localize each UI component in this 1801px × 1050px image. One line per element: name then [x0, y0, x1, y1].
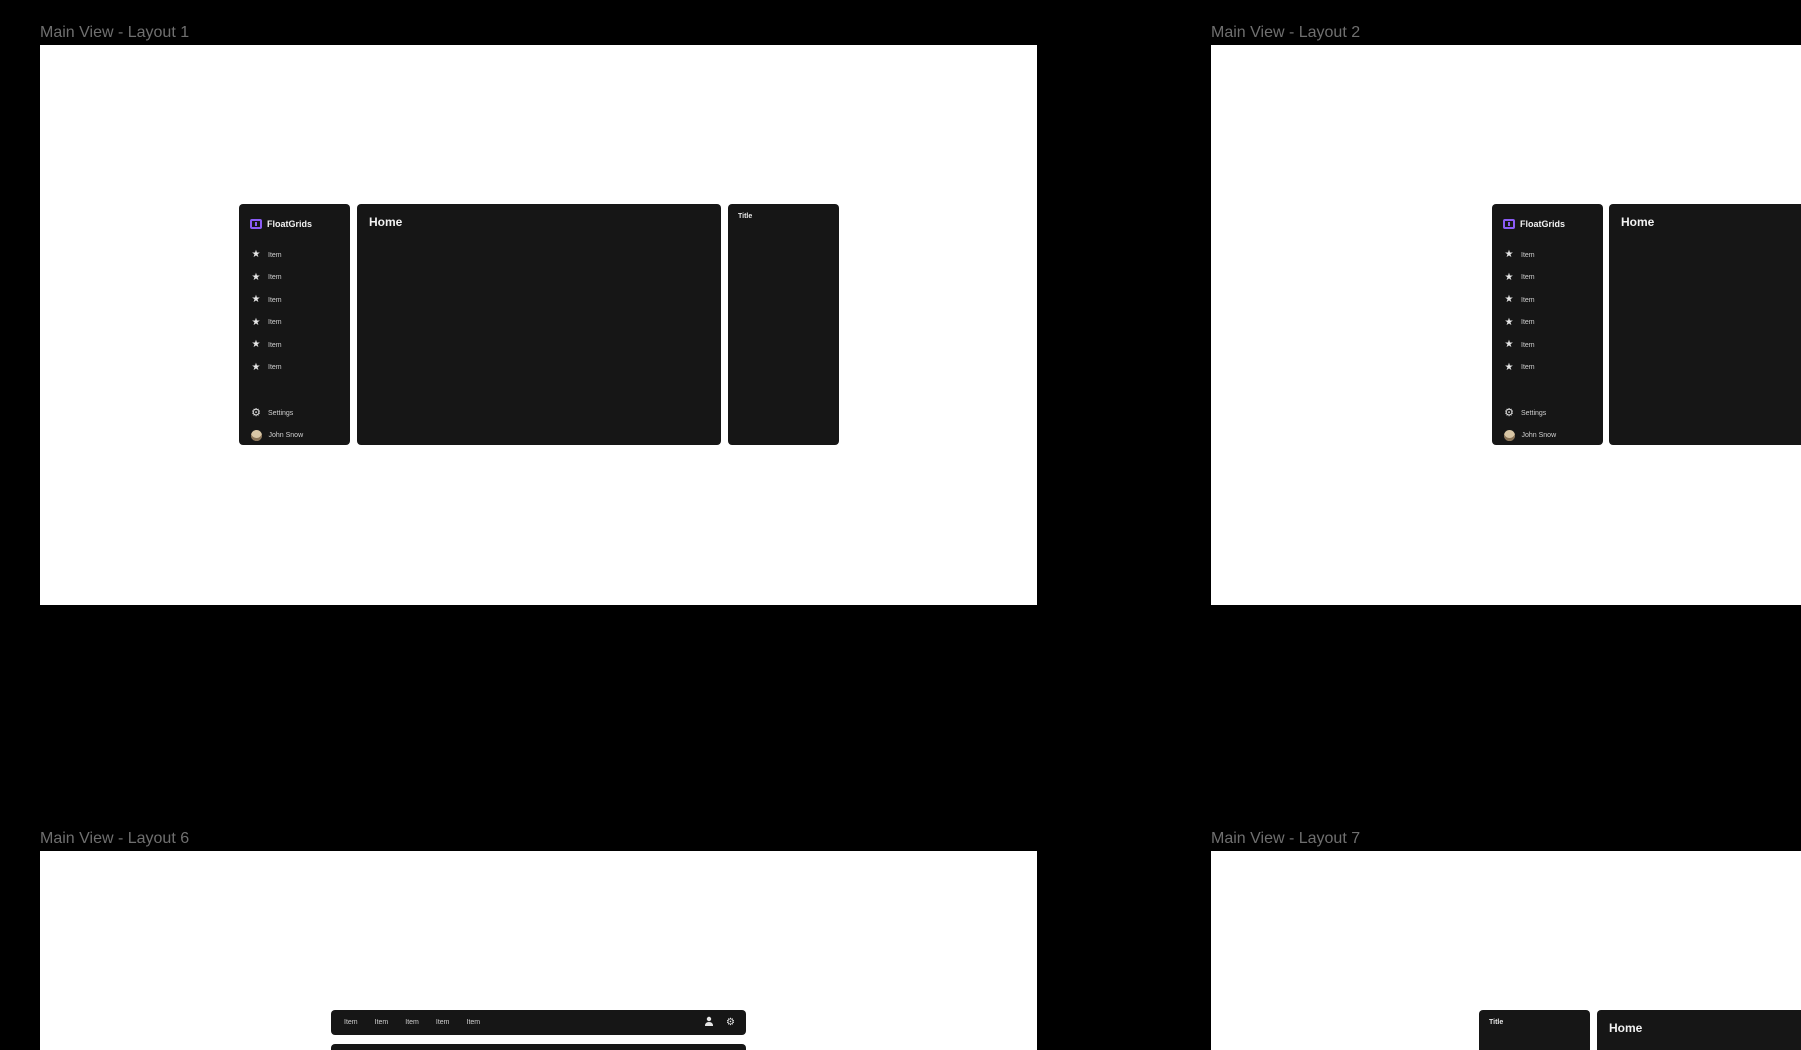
- star-icon: ★: [1504, 271, 1514, 283]
- sidebar-item-6[interactable]: ★ Item: [250, 357, 282, 380]
- avatar: [250, 430, 262, 442]
- settings-label: Settings: [1521, 409, 1547, 417]
- brand[interactable]: FloatGrids: [250, 219, 312, 229]
- frame-layout-7: Title Home: [1211, 851, 1801, 1050]
- frame-layout-6: Item Item Item Item Item ⚙: [40, 851, 1037, 1050]
- brand-name: FloatGrids: [1520, 219, 1566, 229]
- sidebar-item-label: Item: [1521, 296, 1535, 304]
- sidebar-item-3[interactable]: ★ Item: [1503, 289, 1535, 312]
- star-icon: ★: [1504, 339, 1514, 351]
- user-name: John Snow: [268, 432, 304, 440]
- settings-item[interactable]: ⚙ Settings: [250, 402, 303, 425]
- sidebar-item-1[interactable]: ★ Item: [250, 244, 282, 267]
- main-panel: Home: [357, 204, 721, 445]
- main-panel: Home: [1609, 204, 1801, 445]
- frame-layout-2: FloatGrids ★ Item ★ Item ★ Item ★ Item ★ Item…: [1211, 45, 1801, 605]
- sidebar-item-5[interactable]: ★ Item: [1503, 334, 1535, 357]
- topbar-item-4[interactable]: Item: [436, 1019, 450, 1026]
- sidebar-item-label: Item: [268, 274, 282, 282]
- top-navbar: Item Item Item Item Item ⚙: [331, 1010, 746, 1035]
- sidebar-item-5[interactable]: ★ Item: [250, 334, 282, 357]
- topbar-item-2[interactable]: Item: [375, 1019, 389, 1026]
- topbar-item-3[interactable]: Item: [405, 1019, 419, 1026]
- user-name: John Snow: [1521, 432, 1557, 440]
- avatar: [1503, 430, 1515, 442]
- side-panel: Title: [728, 204, 839, 445]
- star-icon: ★: [251, 361, 261, 373]
- topbar-actions: ⚙: [692, 1010, 735, 1035]
- star-icon: ★: [1504, 294, 1514, 306]
- sidebar-item-label: Item: [1521, 319, 1535, 327]
- sidebar-item-label: Item: [268, 251, 282, 259]
- star-icon: ★: [251, 316, 261, 328]
- frame-label-layout-7: Main View - Layout 7: [1211, 830, 1361, 847]
- star-icon: ★: [1504, 316, 1514, 328]
- sidebar-item-6[interactable]: ★ Item: [1503, 357, 1535, 380]
- star-icon: ★: [1504, 249, 1514, 261]
- frame-label-layout-6: Main View - Layout 6: [40, 830, 190, 847]
- gear-icon[interactable]: ⚙: [726, 1017, 735, 1028]
- gear-icon: ⚙: [251, 406, 261, 419]
- sidebar-item-label: Item: [1521, 274, 1535, 282]
- sidebar-item-2[interactable]: ★ Item: [1503, 267, 1535, 290]
- topbar-nav: Item Item Item Item Item: [344, 1010, 497, 1035]
- side-panel-title: Title: [738, 213, 753, 220]
- floatgrids-logo-icon: [1503, 219, 1515, 229]
- page-title: Home: [1621, 215, 1655, 229]
- nav-list: ★ Item ★ Item ★ Item ★ Item ★ Item ★ Item: [250, 244, 282, 379]
- nav-list: ★ Item ★ Item ★ Item ★ Item ★ Item ★ Item: [1503, 244, 1535, 379]
- sidebar: FloatGrids ★ Item ★ Item ★ Item ★ Item ★ Item…: [1492, 204, 1603, 445]
- sidebar-item-1[interactable]: ★ Item: [1503, 244, 1535, 267]
- sidebar-item-4[interactable]: ★ Item: [250, 312, 282, 335]
- frame-layout-1: FloatGrids ★ Item ★ Item ★ Item ★ Item ★ Item…: [40, 45, 1037, 605]
- sidebar-item-label: Item: [1521, 251, 1535, 259]
- page-title: Home: [369, 215, 403, 229]
- topbar-item-5[interactable]: Item: [467, 1019, 481, 1026]
- sidebar: FloatGrids ★ Item ★ Item ★ Item ★ Item ★ Item…: [239, 204, 350, 445]
- star-icon: ★: [1504, 361, 1514, 373]
- sidebar-item-3[interactable]: ★ Item: [250, 289, 282, 312]
- sidebar-footer: ⚙ Settings John Snow: [250, 402, 303, 445]
- topbar-item-1[interactable]: Item: [344, 1019, 358, 1026]
- settings-item[interactable]: ⚙ Settings: [1503, 402, 1556, 425]
- settings-label: Settings: [268, 409, 294, 417]
- user-icon[interactable]: [704, 1016, 714, 1029]
- sidebar-item-4[interactable]: ★ Item: [1503, 312, 1535, 335]
- user-item[interactable]: John Snow: [1503, 425, 1556, 446]
- brand-name: FloatGrids: [267, 219, 313, 229]
- sidebar-item-2[interactable]: ★ Item: [250, 267, 282, 290]
- sidebar-item-label: Item: [268, 319, 282, 327]
- gear-icon: ⚙: [1504, 406, 1514, 419]
- sidebar-item-label: Item: [1521, 364, 1535, 372]
- sidebar-footer: ⚙ Settings John Snow: [1503, 402, 1556, 445]
- star-icon: ★: [251, 271, 261, 283]
- side-panel-title: Title: [1489, 1019, 1504, 1026]
- sidebar-item-label: Item: [268, 341, 282, 349]
- star-icon: ★: [251, 339, 261, 351]
- star-icon: ★: [251, 249, 261, 261]
- star-icon: ★: [251, 294, 261, 306]
- user-item[interactable]: John Snow: [250, 425, 303, 446]
- page-title: Home: [1609, 1021, 1643, 1035]
- frame-label-layout-1: Main View - Layout 1: [40, 24, 190, 41]
- frame-label-layout-2: Main View - Layout 2: [1211, 24, 1361, 41]
- main-panel: [331, 1044, 746, 1050]
- main-panel: Home: [1597, 1010, 1801, 1050]
- side-panel: Title: [1479, 1010, 1590, 1050]
- floatgrids-logo-icon: [250, 219, 262, 229]
- brand[interactable]: FloatGrids: [1503, 219, 1565, 229]
- sidebar-item-label: Item: [1521, 341, 1535, 349]
- user-icon-glyph: [705, 1016, 714, 1026]
- sidebar-item-label: Item: [268, 364, 282, 372]
- sidebar-item-label: Item: [268, 296, 282, 304]
